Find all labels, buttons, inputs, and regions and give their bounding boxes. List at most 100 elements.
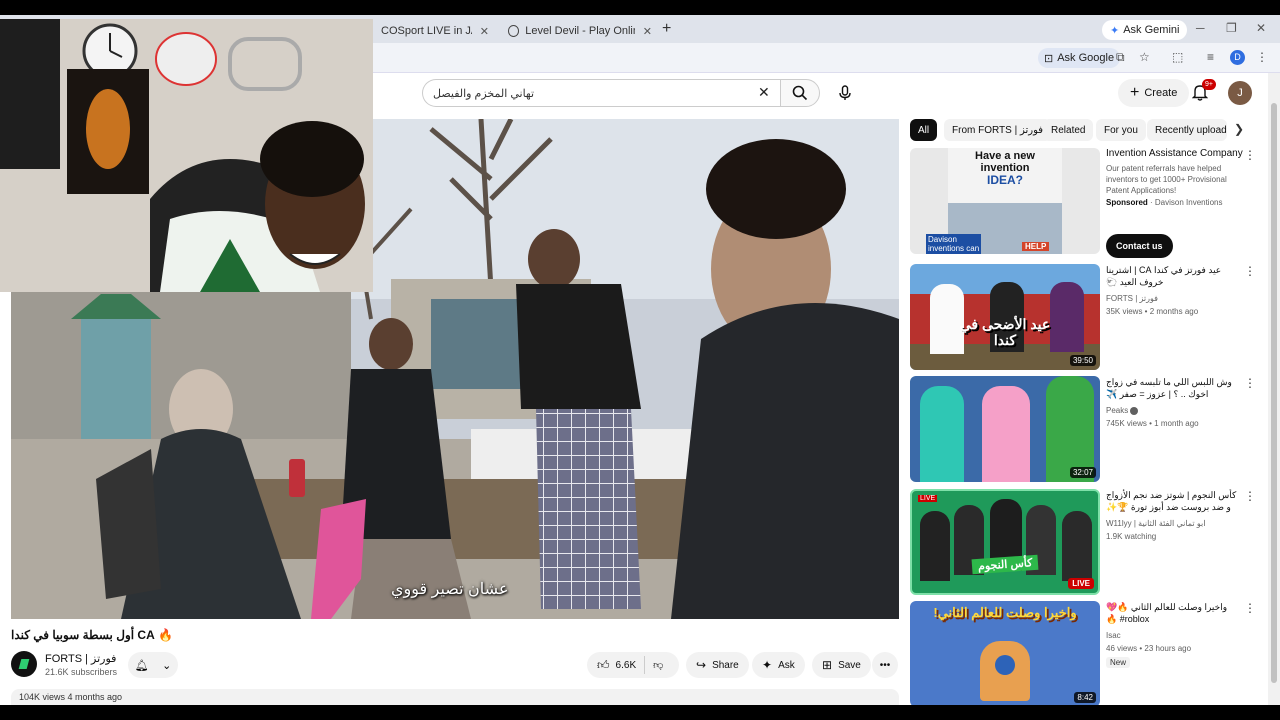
- like-dislike-group: 👍︎ 6.6K 👎︎: [587, 652, 679, 678]
- page-scrollbar[interactable]: [1268, 73, 1280, 705]
- channel-avatar[interactable]: [11, 651, 37, 677]
- bookmark-icon: ⊞: [822, 658, 833, 672]
- browser-tab[interactable]: COSport LIVE in JACO - JACO ✕: [373, 19, 497, 43]
- close-icon[interactable]: ✕: [480, 25, 489, 38]
- user-avatar[interactable]: J: [1228, 81, 1252, 105]
- video-title[interactable]: وش اللبس اللي ما تلبسه في زواج اخوك .. ؟…: [1106, 376, 1240, 400]
- chevron-right-icon[interactable]: ❯: [1234, 122, 1244, 136]
- ad-thumb-text: inventions can: [928, 244, 980, 253]
- ad-description: Our patent referrals have helped invento…: [1106, 164, 1227, 195]
- search-input[interactable]: تهاني المخزم والفيصل: [422, 79, 782, 107]
- video-title[interactable]: واخيرا وصلت للعالم الثاني 🔥💖 roblox# 🔥: [1106, 601, 1240, 625]
- video-duration: 32:07: [1069, 467, 1096, 478]
- scrollbar-thumb[interactable]: [1271, 103, 1277, 683]
- voice-search-button[interactable]: [830, 79, 860, 107]
- video-thumbnail[interactable]: 32:07: [910, 376, 1100, 482]
- more-actions-button[interactable]: •••: [872, 652, 898, 678]
- chip-all[interactable]: All: [910, 119, 938, 141]
- video-description-box[interactable]: 104K views 4 months ago: [11, 689, 899, 705]
- notification-count-badge: 9+: [1202, 79, 1216, 90]
- channel-name[interactable]: W11lyy | ابو تماني الفئة الثانية: [1106, 519, 1205, 528]
- contact-us-button[interactable]: Contact us: [1106, 234, 1173, 258]
- clear-search-icon[interactable]: ✕: [758, 84, 770, 101]
- ad-thumbnail[interactable]: Have a new invention IDEA? Davison inven…: [910, 148, 1100, 254]
- chevron-down-icon: ⌄: [162, 659, 172, 672]
- browser-profile-avatar[interactable]: D: [1230, 50, 1245, 65]
- screen-share-icon[interactable]: ⧉: [1116, 50, 1125, 65]
- thumbs-up-icon[interactable]: 👍︎: [597, 658, 610, 673]
- video-thumbnail[interactable]: واخيرا وصلت للعالم الثاني! 8:42: [910, 601, 1100, 705]
- channel-name[interactable]: FORTS | فورتز: [45, 652, 116, 665]
- sponsored-ad[interactable]: Have a new invention IDEA? Davison inven…: [910, 148, 1256, 260]
- gemini-icon: ✦: [1110, 24, 1120, 37]
- more-vert-icon[interactable]: ⋮: [1244, 148, 1256, 162]
- tab-favicon-icon: [508, 25, 520, 37]
- recommended-video-live[interactable]: LIVE كأس النجوم LIVE كأس النجوم | شوتز ض…: [910, 489, 1256, 595]
- more-vert-icon[interactable]: ⋮: [1244, 601, 1256, 615]
- video-thumbnail[interactable]: عيد الأضحى في كندا 39:50: [910, 264, 1100, 370]
- window-close-icon[interactable]: ✕: [1256, 21, 1266, 35]
- ask-google-button[interactable]: ⊡ Ask Google: [1038, 48, 1121, 68]
- chip-related[interactable]: Related: [1043, 119, 1094, 141]
- video-title[interactable]: عيد فورتز في كندا CA | اشترينا خروف العي…: [1106, 264, 1240, 288]
- sponsor-name: Davison Inventions: [1154, 198, 1223, 207]
- more-vert-icon[interactable]: ⋮: [1244, 264, 1256, 278]
- tab-label: Level Devil - Play Online for Fre: [525, 25, 635, 37]
- channel-name[interactable]: Isac: [1106, 631, 1121, 640]
- sparkle-icon: ✦: [762, 658, 773, 672]
- lens-icon: ⊡: [1044, 52, 1054, 65]
- chip-from-channel[interactable]: From FORTS | فورتز: [944, 119, 1052, 141]
- more-vert-icon[interactable]: ⋮: [1244, 489, 1256, 503]
- filter-chips: All From FORTS | فورتز Related For you R…: [910, 119, 1250, 141]
- thumb-title-text: عيد الأضحى في كندا: [959, 316, 1051, 348]
- like-count[interactable]: 6.6K: [616, 660, 637, 671]
- ad-thumb-text: Davison: [928, 235, 957, 244]
- minimize-icon[interactable]: ─: [1196, 21, 1205, 35]
- subscriber-count: 21.6K subscribers: [45, 667, 118, 677]
- save-button[interactable]: ⊞ Save: [812, 652, 871, 678]
- live-badge: LIVE: [1068, 578, 1094, 589]
- video-thumbnail[interactable]: LIVE كأس النجوم LIVE: [910, 489, 1100, 595]
- thumb-live-tag: LIVE: [918, 495, 938, 502]
- tab-label: COSport LIVE in JACO - JACO: [381, 25, 472, 37]
- channel-name[interactable]: Peaks: [1106, 406, 1139, 415]
- video-meta: 745K views • 1 month ago: [1106, 419, 1199, 428]
- extensions-icon[interactable]: ⬚: [1172, 50, 1183, 64]
- subscribed-notification-button[interactable]: 🔔︎ ⌄: [128, 652, 178, 678]
- share-button[interactable]: ↪ Share: [686, 652, 749, 678]
- webcam-overlay: [0, 19, 373, 292]
- channel-name[interactable]: FORTS | فورتز: [1106, 294, 1158, 303]
- recommended-video[interactable]: عيد الأضحى في كندا 39:50 عيد فورتز في كن…: [910, 264, 1256, 370]
- ask-button[interactable]: ✦ Ask: [752, 652, 805, 678]
- recommended-video[interactable]: 32:07 وش اللبس اللي ما تلبسه في زواج اخو…: [910, 376, 1256, 482]
- webcam-frame: [0, 19, 373, 292]
- ask-gemini-button[interactable]: ✦ Ask Gemini: [1102, 20, 1188, 40]
- more-vert-icon[interactable]: ⋮: [1244, 376, 1256, 390]
- maximize-icon[interactable]: ❐: [1226, 21, 1237, 35]
- video-title[interactable]: كأس النجوم | شوتز ضد نجم الأزواج و ضد بر…: [1106, 489, 1240, 513]
- new-tab-icon[interactable]: +: [662, 20, 671, 38]
- video-title: 🔥 CA أول بسطة سوبيا في كندا: [11, 628, 174, 642]
- search-button[interactable]: [780, 79, 820, 107]
- ad-title[interactable]: Invention Assistance Company: [1106, 148, 1243, 159]
- browser-tab[interactable]: Level Devil - Play Online for Fre ✕: [500, 19, 660, 43]
- recommended-video[interactable]: واخيرا وصلت للعالم الثاني! 8:42 واخيرا و…: [910, 601, 1256, 705]
- thumbs-down-icon[interactable]: 👎︎: [653, 659, 663, 671]
- more-icon: •••: [879, 659, 891, 671]
- bell-icon: 🔔︎: [134, 659, 149, 672]
- reading-list-icon[interactable]: ≡: [1207, 50, 1214, 64]
- ad-thumb-text: IDEA?: [987, 173, 1023, 187]
- chip-recently-uploaded[interactable]: Recently uploaded: [1147, 119, 1227, 141]
- video-duration: 8:42: [1074, 692, 1096, 703]
- browser-menu-icon[interactable]: ⋮: [1256, 50, 1268, 64]
- chip-for-you[interactable]: For you: [1096, 119, 1146, 141]
- new-badge: New: [1106, 657, 1131, 668]
- bookmark-star-icon[interactable]: ☆: [1139, 50, 1150, 64]
- video-meta: 35K views • 2 months ago: [1106, 307, 1199, 316]
- plus-icon: +: [1130, 84, 1140, 101]
- close-icon[interactable]: ✕: [643, 25, 652, 38]
- create-button[interactable]: + Create: [1118, 79, 1190, 107]
- ad-thumb-help: HELP: [1022, 242, 1050, 251]
- video-subtitle: عشان تصير قووي: [391, 581, 509, 598]
- share-label: Share: [712, 659, 739, 671]
